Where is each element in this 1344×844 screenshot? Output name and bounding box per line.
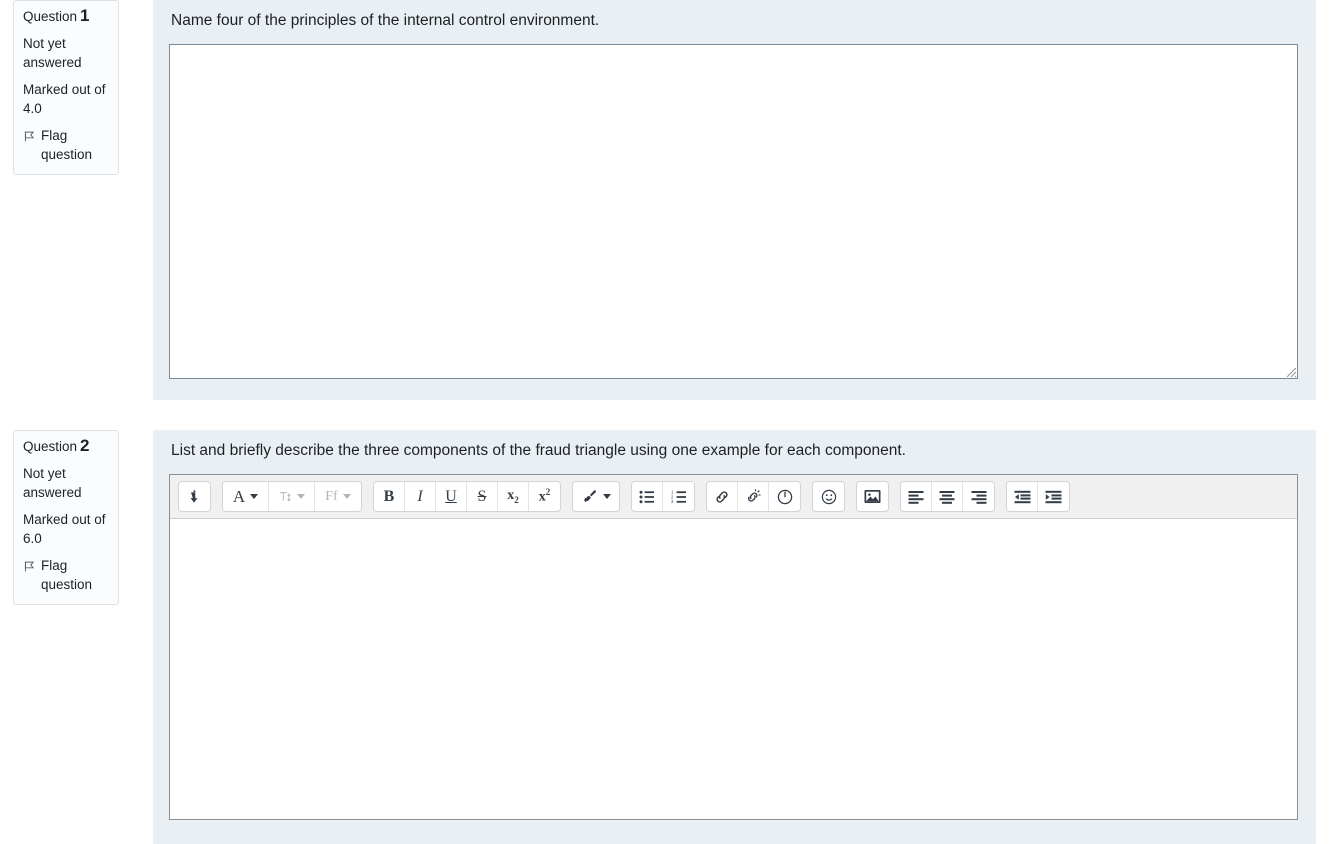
toolbar-group-emoji xyxy=(812,481,845,512)
paragraph-style-button[interactable]: A xyxy=(223,482,269,511)
insert-image-button[interactable] xyxy=(857,482,888,511)
rich-text-editor-2: A Ff B I U Sx2 x2 1 2 3 xyxy=(169,474,1298,820)
insert-link-button[interactable] xyxy=(707,482,738,511)
question-state-2: Not yet answered xyxy=(23,466,82,500)
bold-button[interactable]: B xyxy=(374,482,405,511)
italic-button[interactable]: I xyxy=(405,482,436,511)
subscript-button[interactable]: x2 xyxy=(498,482,529,511)
chevron-down-icon xyxy=(602,494,611,499)
outdent-icon xyxy=(1014,490,1031,504)
chevron-down-icon xyxy=(297,494,305,499)
question-number-1: 1 xyxy=(80,6,90,25)
align-left-icon xyxy=(908,490,924,504)
flag-question-button-1[interactable]: Flag question xyxy=(23,127,110,164)
flag-question-label-2: Flag question xyxy=(41,558,93,592)
image-icon xyxy=(864,489,881,504)
down-arrow-icon xyxy=(187,489,202,505)
toolbar-group-media xyxy=(856,481,889,512)
anchor-icon xyxy=(777,489,793,505)
question-word-2: Question xyxy=(23,439,78,454)
question-number-label-2: Question 2 xyxy=(23,437,110,456)
toolbar-group-color xyxy=(572,481,620,512)
insert-emoticon-button[interactable] xyxy=(813,482,844,511)
question-block-2: Question 2 Not yet answered Marked out of… xyxy=(0,430,1316,844)
question-word-1: Question xyxy=(23,9,78,24)
flag-question-button-2[interactable]: Flag question xyxy=(23,557,110,594)
align-center-icon xyxy=(939,490,955,504)
font-size-icon xyxy=(278,489,292,505)
align-right-button[interactable] xyxy=(963,482,994,511)
numbered-list-icon: 123 xyxy=(671,490,687,504)
flag-icon xyxy=(23,130,36,143)
link-icon xyxy=(714,489,730,505)
flag-icon xyxy=(23,560,36,573)
chevron-down-icon xyxy=(250,494,259,499)
question-info-2: Question 2 Not yet answered Marked out of… xyxy=(13,430,119,605)
editor-content-area-2[interactable] xyxy=(170,519,1297,819)
toolbar-group-links xyxy=(706,481,801,512)
quiz-attempt-page: Question 1 Not yet answered Marked out of… xyxy=(0,0,1344,844)
font-size-button xyxy=(269,482,315,511)
subscript-icon: x2 xyxy=(507,488,519,505)
anchor-button[interactable] xyxy=(769,482,800,511)
toolbar-group-lists: 123 xyxy=(631,481,695,512)
question-content-2: List and briefly describe the three comp… xyxy=(153,430,1316,844)
question-text-1: Name four of the principles of the inter… xyxy=(171,12,600,29)
question-content-1: Name four of the principles of the inter… xyxy=(153,0,1316,400)
align-right-icon xyxy=(971,490,987,504)
question-block-1: Question 1 Not yet answered Marked out of… xyxy=(0,0,1316,400)
toolbar-group-collapse xyxy=(178,481,211,512)
question-state-1: Not yet answered xyxy=(23,36,82,70)
align-left-button[interactable] xyxy=(901,482,932,511)
answer-field-wrap-1 xyxy=(169,44,1298,379)
bullet-list-icon xyxy=(639,490,655,504)
paintbrush-icon xyxy=(582,489,598,505)
strikethrough-button[interactable]: S xyxy=(467,482,498,511)
underline-icon: U xyxy=(445,487,457,505)
align-center-button[interactable] xyxy=(932,482,963,511)
bold-icon: B xyxy=(383,487,395,505)
italic-icon: I xyxy=(417,487,423,505)
unlink-button[interactable] xyxy=(738,482,769,511)
svg-text:3: 3 xyxy=(671,499,674,504)
question-text-2: List and briefly describe the three comp… xyxy=(171,442,906,459)
editor-toolbar: A Ff B I U Sx2 x2 1 2 3 xyxy=(170,475,1297,519)
letter-a-icon: A xyxy=(232,486,246,506)
unordered-list-button[interactable] xyxy=(632,482,663,511)
text-color-button[interactable] xyxy=(573,482,619,511)
unlink-icon xyxy=(745,488,761,505)
question-grade-1: Marked out of 4.0 xyxy=(23,82,106,116)
underline-button[interactable]: U xyxy=(436,482,467,511)
question-info-1: Question 1 Not yet answered Marked out of… xyxy=(13,0,119,175)
question-grade-2: Marked out of 6.0 xyxy=(23,512,106,546)
strikethrough-icon: S xyxy=(477,487,487,505)
indent-button[interactable] xyxy=(1038,482,1069,511)
font-family-button: Ff xyxy=(315,482,361,511)
answer-textarea-1[interactable] xyxy=(169,44,1298,379)
toolbar-group-inline-format: B I U Sx2 x2 xyxy=(373,481,561,512)
outdent-button[interactable] xyxy=(1007,482,1038,511)
smiley-icon xyxy=(821,489,837,505)
superscript-button[interactable]: x2 xyxy=(529,482,560,511)
toolbar-group-align xyxy=(900,481,995,512)
expand-toolbar-button[interactable] xyxy=(179,482,210,511)
flag-question-label-1: Flag question xyxy=(41,128,93,162)
toolbar-group-styles: A Ff xyxy=(222,481,362,512)
superscript-icon: x2 xyxy=(538,487,551,505)
toolbar-group-indent xyxy=(1006,481,1070,512)
font-family-icon: Ff xyxy=(325,488,338,504)
question-number-label-1: Question 1 xyxy=(23,7,110,26)
question-number-2: 2 xyxy=(80,436,90,455)
chevron-down-icon xyxy=(342,494,351,499)
ordered-list-button[interactable]: 123 xyxy=(663,482,694,511)
indent-icon xyxy=(1045,490,1062,504)
